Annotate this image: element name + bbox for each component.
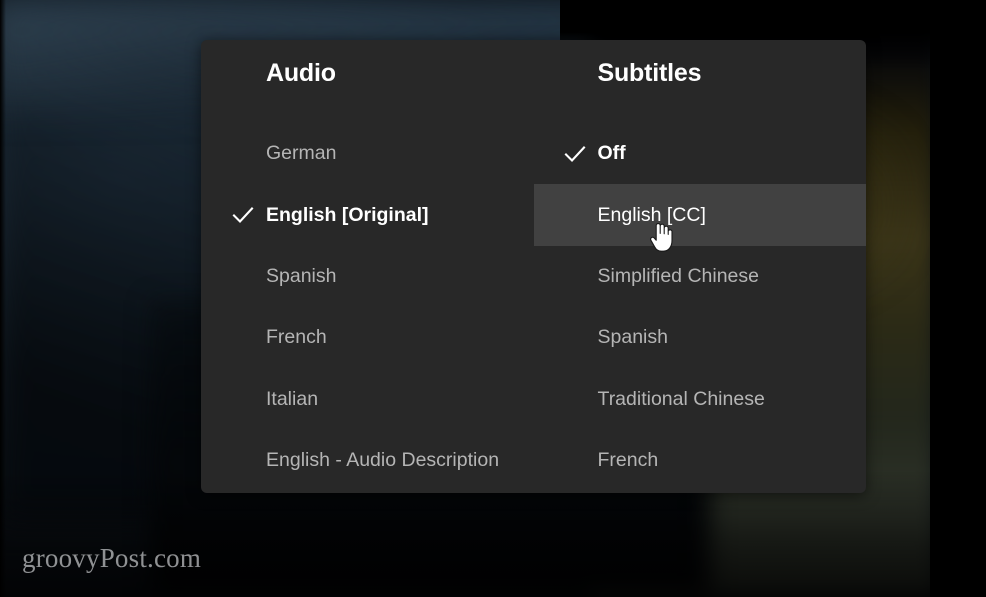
option-label: English [Original]: [266, 203, 429, 226]
audio-option-list: German English [Original] Spanish French: [201, 123, 534, 491]
audio-column-heading: Audio: [266, 59, 336, 87]
option-label: Traditional Chinese: [597, 387, 765, 410]
option-label: English - Audio Description: [266, 449, 500, 472]
option-label: English [CC]: [597, 203, 706, 226]
option-label: German: [266, 142, 337, 165]
subtitles-column: Subtitles Off English [CC] Simplified Ch…: [533, 40, 867, 493]
subtitles-option-simplified-chinese[interactable]: Simplified Chinese: [534, 246, 867, 307]
option-label: Italian: [266, 387, 319, 410]
option-label: Spanish: [597, 326, 668, 349]
audio-option-french[interactable]: French: [201, 307, 534, 368]
audio-option-english-audio-description[interactable]: English - Audio Description: [201, 430, 534, 491]
player-control-bar: [0, 500, 986, 597]
subtitles-option-english-cc[interactable]: English [CC]: [533, 184, 866, 246]
subtitles-option-list: Off English [CC] Simplified Chinese Span…: [533, 123, 867, 491]
option-label: Off: [597, 142, 626, 165]
subtitles-option-traditional-chinese[interactable]: Traditional Chinese: [534, 369, 867, 430]
option-label: French: [266, 326, 327, 349]
subtitles-option-spanish[interactable]: Spanish: [534, 307, 867, 368]
option-label: French: [597, 449, 659, 472]
checkmark-icon: [232, 204, 254, 226]
option-label: Spanish: [266, 264, 337, 287]
audio-option-italian[interactable]: Italian: [201, 369, 534, 430]
audio-option-german[interactable]: German: [201, 123, 534, 184]
video-player-screen: groovyPost.com Audio German English [Ori…: [0, 0, 986, 597]
audio-column: Audio German English [Original] Spanish: [201, 40, 534, 493]
audio-option-spanish[interactable]: Spanish: [201, 246, 534, 307]
subtitles-option-french[interactable]: French: [534, 430, 867, 491]
option-label: Simplified Chinese: [597, 264, 760, 287]
subtitles-column-heading: Subtitles: [597, 59, 702, 87]
checkmark-icon: [564, 143, 586, 165]
subtitles-option-off[interactable]: Off: [534, 123, 867, 184]
audio-option-english-original[interactable]: English [Original]: [201, 184, 534, 245]
audio-subtitles-panel: Audio German English [Original] Spanish: [201, 40, 866, 493]
